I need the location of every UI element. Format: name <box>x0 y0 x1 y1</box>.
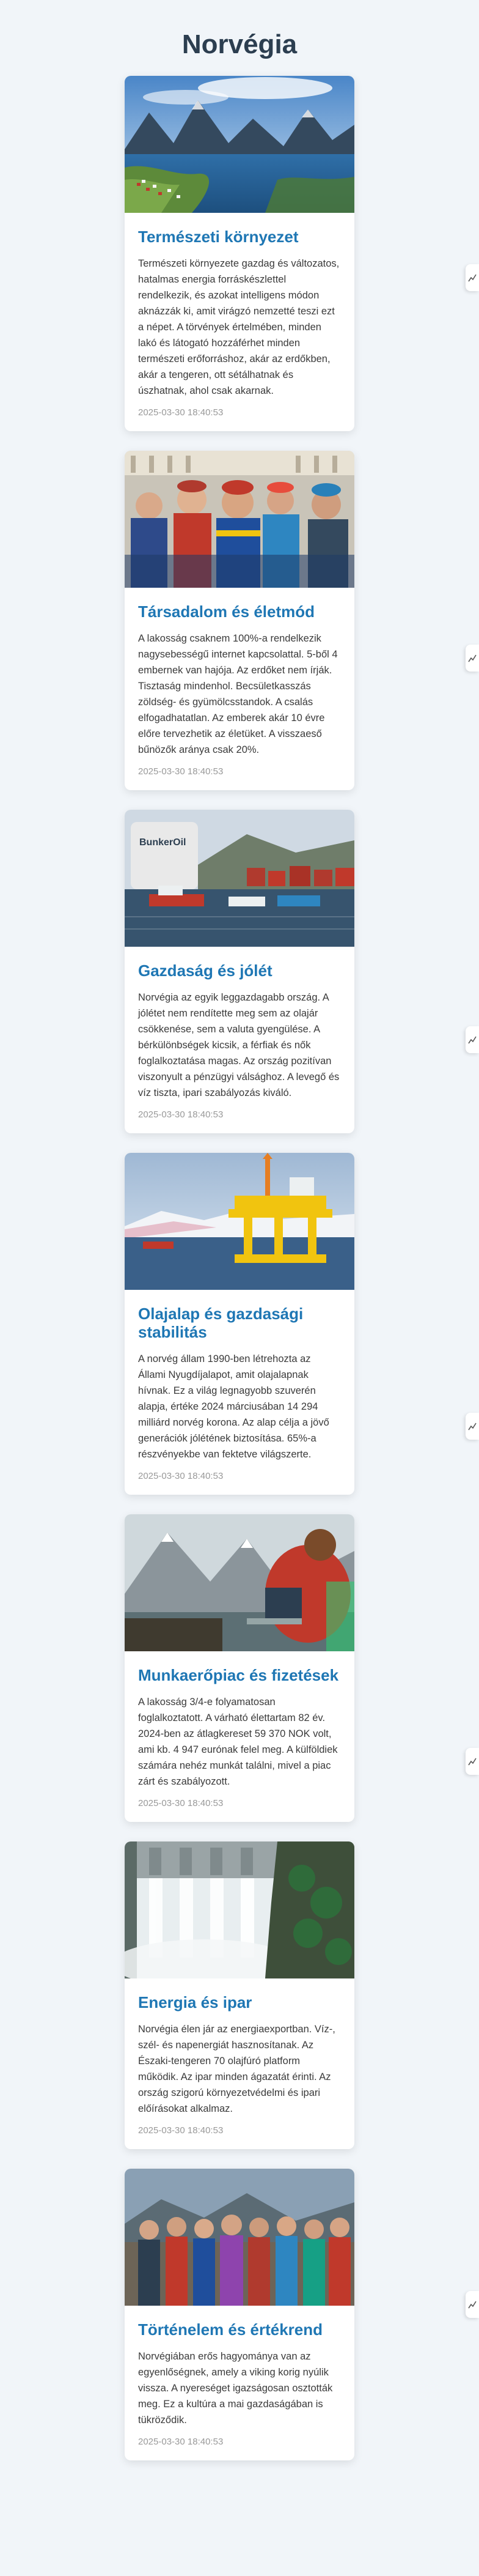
card-title: Olajalap és gazdasági stabilitás <box>138 1305 304 1341</box>
card-labor-market-wages: Munkaerőpiac és fizetések A lakosság 3/4… <box>125 1514 354 1822</box>
card-history-values: Történelem és értékrend Norvégiában erős… <box>125 2169 354 2460</box>
card-title: Társadalom és életmód <box>138 602 315 621</box>
card-title: Munkaerőpiac és fizetések <box>138 1666 339 1684</box>
side-tab-chart-6[interactable] <box>466 2291 479 2318</box>
page-title: Norvégia <box>181 29 298 59</box>
side-tab-chart-1[interactable] <box>466 264 479 291</box>
chart-icon <box>468 274 477 282</box>
card-timestamp: 2025-03-30 18:40:53 <box>138 1471 224 1481</box>
card-title: Természeti környezet <box>138 228 299 246</box>
card-text: Norvégia élen jár az energiaexportban. V… <box>138 2024 335 2114</box>
side-tab-chart-4[interactable] <box>466 1413 479 1440</box>
card-timestamp: 2025-03-30 18:40:53 <box>138 2125 224 2136</box>
hydro-dam-waterfall-photo <box>125 1841 354 1978</box>
card-text: Természeti környezete gazdag és változat… <box>138 258 340 396</box>
card-title: Energia és ipar <box>138 1993 252 2012</box>
card-timestamp: 2025-03-30 18:40:53 <box>138 2437 224 2447</box>
chart-icon <box>468 1423 477 1430</box>
card-timestamp: 2025-03-30 18:40:53 <box>138 1109 224 1120</box>
card-title: Gazdaság és jólét <box>138 961 272 980</box>
card-oil-fund-stability: Olajalap és gazdasági stabilitás A norvé… <box>125 1153 354 1495</box>
card-timestamp: 2025-03-30 18:40:53 <box>138 766 224 777</box>
card-title: Történelem és értékrend <box>138 2320 323 2339</box>
card-text: A norvég állam 1990-ben létrehozta az Ál… <box>138 1353 329 1460</box>
side-tab-chart-5[interactable] <box>466 1748 479 1775</box>
chart-icon <box>468 1758 477 1766</box>
harbor-with-boats-photo: BunkerOil <box>125 810 354 947</box>
card-text: A lakosság 3/4-e folyamatosan foglalkozt… <box>138 1697 338 1787</box>
card-society-lifestyle: Társadalom és életmód A lakosság csaknem… <box>125 451 354 790</box>
person-with-laptop-photo <box>125 1514 354 1651</box>
card-energy-industry: Energia és ipar Norvégia élen jár az ene… <box>125 1841 354 2149</box>
card-timestamp: 2025-03-30 18:40:53 <box>138 1798 224 1808</box>
chart-icon <box>468 1036 477 1044</box>
card-list: Természeti környezet Természeti környeze… <box>125 72 354 2460</box>
svg-text:BunkerOil: BunkerOil <box>139 837 186 848</box>
card-text: Norvégiában erős hagyománya van az egyen… <box>138 2351 333 2426</box>
chart-icon <box>468 2301 477 2309</box>
card-text: A lakosság csaknem 100%-a rendelkezik na… <box>138 633 338 755</box>
side-tab-chart-2[interactable] <box>466 645 479 672</box>
card-natural-environment: Természeti környezet Természeti környeze… <box>125 76 354 431</box>
card-timestamp: 2025-03-30 18:40:53 <box>138 407 224 418</box>
people-in-folk-costume-photo <box>125 2169 354 2306</box>
side-tab-chart-3[interactable] <box>466 1026 479 1053</box>
chart-icon <box>468 654 477 662</box>
crowd-in-traditional-clothing-photo <box>125 451 354 588</box>
fjord-landscape-photo <box>125 76 354 213</box>
card-economy-welfare: BunkerOil Gazdaság és jólét Norvégia az … <box>125 810 354 1133</box>
oil-platform-photo <box>125 1153 354 1290</box>
card-text: Norvégia az egyik leggazdagabb ország. A… <box>138 992 340 1098</box>
